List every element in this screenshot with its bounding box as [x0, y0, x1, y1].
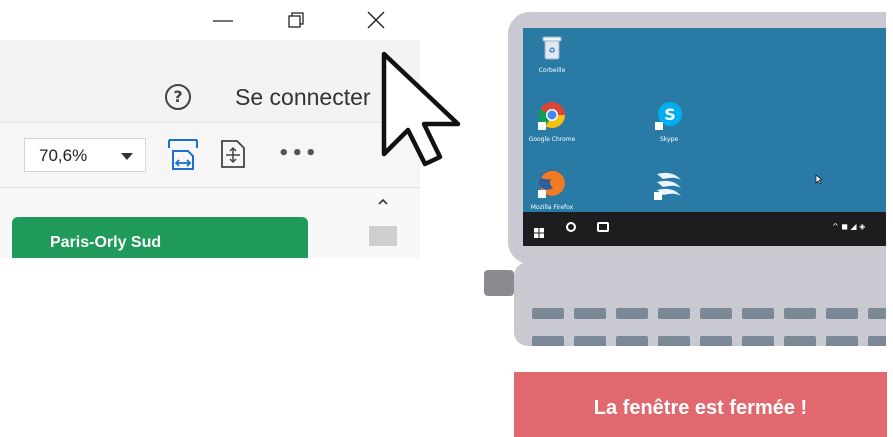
- account-bar: ? Se connecter: [0, 40, 420, 123]
- keyboard-key: [532, 308, 564, 319]
- svg-text:♻: ♻: [548, 46, 555, 55]
- keyboard-key: [700, 308, 732, 319]
- desktop-icon-skype[interactable]: S Skype: [634, 100, 704, 144]
- keyboard-key: [574, 308, 606, 319]
- station-name: Paris-Orly Sud: [50, 234, 162, 251]
- openoffice-icon: [654, 172, 681, 200]
- restore-icon[interactable]: [285, 8, 309, 32]
- fit-width-icon[interactable]: [166, 137, 200, 175]
- task-view-icon[interactable]: [597, 222, 609, 232]
- desktop-cursor-icon: [815, 170, 823, 189]
- keyboard-key: [742, 308, 774, 319]
- firefox-icon: [538, 170, 565, 198]
- scrollbar-thumb[interactable]: [369, 226, 397, 246]
- search-circle-icon[interactable]: [566, 222, 576, 232]
- keyboard-key: [658, 308, 690, 319]
- mouse-pointer-icon: [378, 50, 468, 172]
- keyboard-key: [616, 308, 648, 319]
- zoom-select[interactable]: 70,6%: [24, 138, 146, 172]
- desktop-icon-firefox[interactable]: Mozilla Firefox: [517, 168, 587, 212]
- laptop-keyboard-base: [514, 262, 893, 346]
- svg-text:S: S: [664, 105, 676, 124]
- banner-message: La fenêtre est fermée !: [593, 397, 808, 419]
- fit-page-icon[interactable]: [218, 139, 248, 173]
- desktop-icon-chrome[interactable]: Google Chrome: [517, 100, 587, 144]
- desktop-icon-label: Skype: [659, 136, 679, 143]
- desktop-icon-openoffice[interactable]: [634, 168, 704, 206]
- page-background: [500, 346, 893, 372]
- title-bar: [0, 0, 420, 40]
- keyboard-key: [784, 308, 816, 319]
- desktop-icon-label: Google Chrome: [528, 136, 576, 143]
- desktop-icon-label: Corbeille: [538, 67, 566, 74]
- desktop-icon-label: Mozilla Firefox: [530, 204, 574, 211]
- window-closed-banner: La fenêtre est fermée !: [514, 372, 887, 437]
- desktop-icon-recycle-bin[interactable]: ♻ Corbeille: [517, 35, 587, 75]
- skype-icon: S: [655, 102, 682, 130]
- pdf-toolbar: 70,6% •••: [0, 123, 420, 188]
- more-options-icon[interactable]: •••: [278, 145, 319, 163]
- chevron-down-icon: [121, 153, 133, 160]
- keyboard-key: [826, 308, 858, 319]
- page-background: [0, 258, 430, 437]
- recycle-bin-icon: ♻: [542, 36, 562, 60]
- scroll-up-icon[interactable]: [376, 194, 390, 208]
- chrome-icon: [538, 102, 566, 130]
- system-tray[interactable]: ^ ◼ ◢ ◈: [832, 221, 865, 233]
- close-icon[interactable]: [364, 8, 388, 32]
- start-button-icon[interactable]: [534, 223, 544, 238]
- zoom-value: 70,6%: [39, 146, 88, 165]
- laptop-hinge: [484, 270, 514, 296]
- help-icon[interactable]: ?: [165, 84, 191, 110]
- minimize-icon[interactable]: [211, 8, 235, 32]
